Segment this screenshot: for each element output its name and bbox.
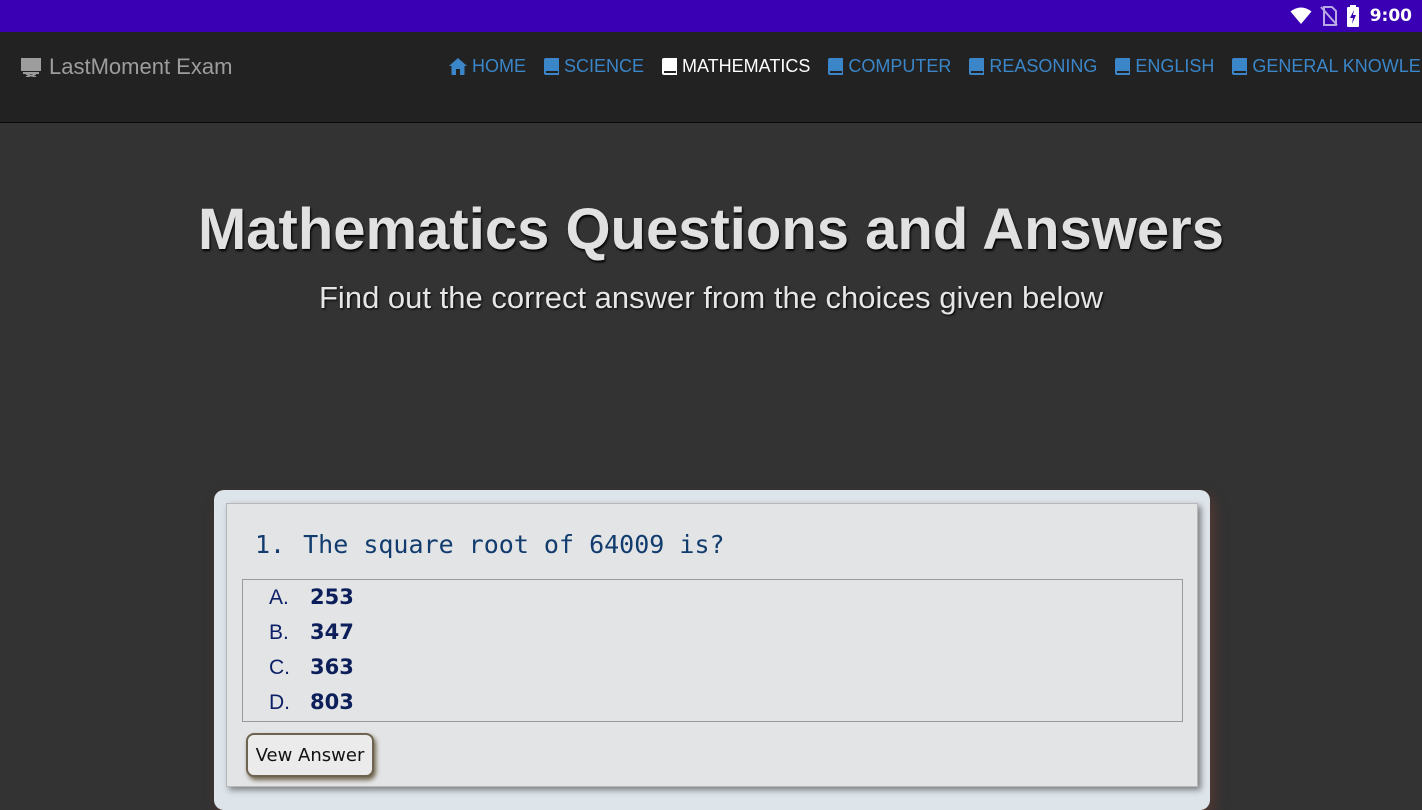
book-icon (662, 58, 678, 75)
nav-item-label: MATHEMATICS (682, 56, 811, 76)
option-value: 253 (310, 585, 354, 609)
option-b: B. 347 (269, 620, 354, 645)
desktop-icon (21, 58, 41, 77)
option-value: 347 (310, 620, 354, 644)
nav-item-general-knowledge[interactable]: GENERAL KNOWLEDGE (1232, 56, 1422, 77)
question-text: 1. The square root of 64009 is? (255, 530, 725, 559)
nav-item-english[interactable]: ENGLISH (1115, 56, 1214, 77)
option-letter: C. (269, 656, 290, 679)
option-c: C. 363 (269, 655, 354, 680)
book-icon (828, 58, 844, 75)
battery-charging-icon (1346, 5, 1359, 27)
options-list: A. 253 B. 347 C. 363 D. 803 (242, 579, 1183, 722)
option-letter: A. (269, 586, 289, 609)
nav-item-computer[interactable]: COMPUTER (828, 56, 951, 77)
question-card: 1. The square root of 64009 is? A. 253 B.… (214, 490, 1210, 810)
option-a: A. 253 (269, 585, 354, 610)
option-letter: D. (269, 691, 290, 714)
book-icon (544, 58, 559, 75)
view-answer-button[interactable]: Vew Answer (246, 733, 374, 777)
navbar: LastMoment Exam HOME SCIENCE MATHEMATICS (0, 32, 1422, 123)
status-time: 9:00 (1369, 6, 1412, 26)
option-value: 363 (310, 655, 354, 679)
question-body: The square root of 64009 is? (303, 530, 725, 559)
nav-item-science[interactable]: SCIENCE (544, 56, 644, 77)
nav-item-label: GENERAL KNOWLEDGE (1252, 56, 1422, 76)
nav-item-label: SCIENCE (564, 56, 645, 76)
option-letter: B. (269, 621, 289, 644)
status-bar: 9:00 (0, 0, 1422, 32)
page-title: Mathematics Questions and Answers (197, 197, 1225, 262)
nav-item-label: HOME (472, 56, 526, 76)
nav-item-label: REASONING (989, 56, 1098, 76)
option-value: 803 (310, 690, 354, 714)
nav-item-reasoning[interactable]: REASONING (969, 56, 1097, 77)
question-number: 1. (255, 530, 286, 559)
status-icons: 9:00 (1290, 4, 1412, 28)
home-icon (449, 58, 467, 75)
wifi-icon (1290, 7, 1312, 24)
book-icon (1115, 58, 1131, 75)
nav-item-label: COMPUTER (848, 56, 952, 76)
nav-item-mathematics[interactable]: MATHEMATICS (662, 56, 810, 77)
no-sim-icon (1319, 6, 1338, 26)
nav-item-home[interactable]: HOME (449, 56, 526, 77)
brand[interactable]: LastMoment Exam (21, 54, 232, 80)
nav-item-label: ENGLISH (1135, 56, 1215, 76)
brand-name: LastMoment Exam (49, 54, 233, 79)
book-icon (1232, 58, 1248, 75)
page-subtitle: Find out the correct answer from the cho… (319, 280, 1103, 315)
main-nav: HOME SCIENCE MATHEMATICS COMPUTER REASON… (449, 56, 1422, 77)
option-d: D. 803 (269, 690, 354, 715)
book-icon (969, 58, 985, 75)
question-panel: 1. The square root of 64009 is? A. 253 B.… (226, 503, 1198, 787)
